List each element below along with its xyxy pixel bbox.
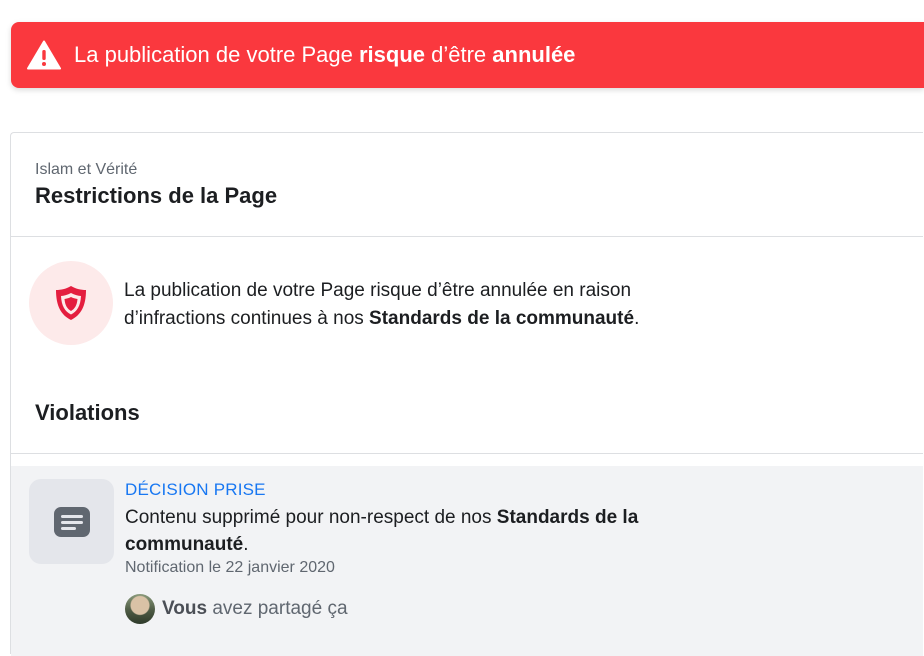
- decision-status: DÉCISION PRISE: [125, 480, 266, 499]
- page-title: Restrictions de la Page: [35, 183, 278, 208]
- document-icon: [29, 479, 114, 564]
- card-header: Islam et Vérité Restrictions de la Page: [11, 133, 923, 237]
- banner-message: La publication de votre Page risque d’êt…: [74, 42, 576, 67]
- restriction-message: La publication de votre Page risque d’êt…: [124, 280, 640, 329]
- divider: [11, 453, 923, 454]
- violation-description: Contenu supprimé pour non-respect de nos…: [125, 507, 639, 555]
- shield-icon: [29, 261, 113, 345]
- avatar: [125, 594, 155, 624]
- page-unpublish-warning-banner: La publication de votre Page risque d’êt…: [11, 22, 924, 88]
- notification-date: Notification le 22 janvier 2020: [125, 559, 335, 576]
- shared-by-text: Vous avez partagé ça: [162, 598, 348, 619]
- shared-by[interactable]: Vous avez partagé ça: [125, 594, 348, 624]
- page-name: Islam et Vérité: [35, 161, 138, 178]
- page-restrictions-card: Islam et Vérité Restrictions de la Page …: [10, 132, 923, 656]
- violations-heading: Violations: [35, 400, 140, 425]
- violation-item[interactable]: DÉCISION PRISE Contenu supprimé pour non…: [11, 466, 923, 656]
- community-standards-link[interactable]: Standards de la communauté: [369, 308, 634, 329]
- warning-icon: [27, 39, 61, 71]
